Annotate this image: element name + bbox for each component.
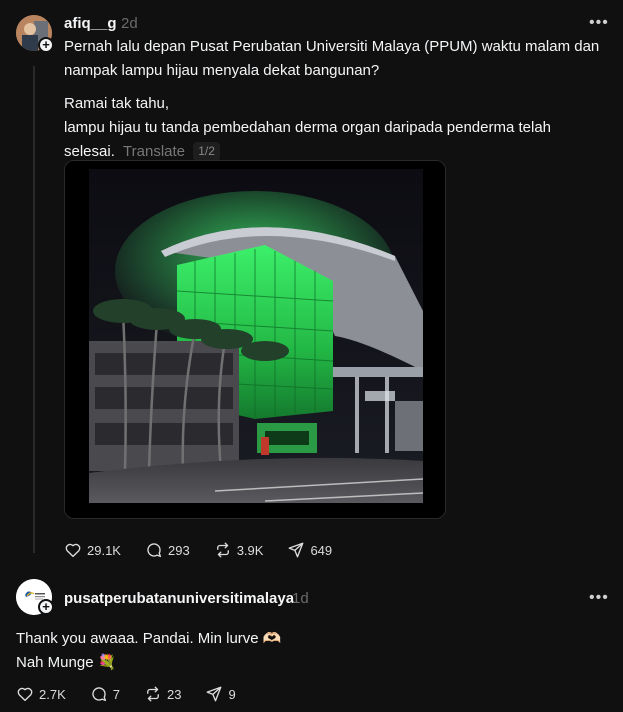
- thread-line: [33, 66, 35, 553]
- post-text-line: nampak lampu hijau menyala dekat banguna…: [64, 62, 380, 79]
- repost-icon: [147, 686, 159, 702]
- post-text-line: Pernah lalu depan Pusat Perubatan Univer…: [64, 38, 600, 55]
- share-icon: [207, 686, 222, 702]
- more-icon[interactable]: •••: [589, 590, 609, 606]
- comment-button[interactable]: 293: [145, 541, 190, 559]
- post-text-line: Ramai tak tahu,: [64, 95, 170, 112]
- reply-text-line: Nah Munge 💐: [16, 654, 117, 671]
- hospital-night-photo: [65, 161, 445, 518]
- reply-username[interactable]: pusatperubatanuniversitimalaya: [64, 590, 294, 607]
- reply-text: Thank you awaaa. Pandai. Min lurve 🫶🏻 Na…: [16, 627, 596, 675]
- repost-button[interactable]: 3.9K: [214, 541, 264, 559]
- share-count: 649: [310, 542, 333, 558]
- post-text-line: lampu hijau tu tanda pembedahan derma or…: [64, 119, 552, 136]
- like-count: 2.7K: [39, 686, 66, 702]
- translate-link[interactable]: Translate: [123, 143, 185, 160]
- page-indicator: 1/2: [193, 142, 220, 161]
- comment-button[interactable]: 7: [90, 685, 120, 703]
- like-button[interactable]: 2.7K: [16, 685, 66, 703]
- follow-plus-icon[interactable]: +: [38, 37, 54, 53]
- share-count: 9: [228, 686, 236, 702]
- post-text-line: selesai.: [64, 143, 115, 160]
- comment-count: 293: [167, 542, 190, 558]
- comment-icon: [92, 687, 106, 702]
- more-icon[interactable]: •••: [589, 15, 609, 31]
- heart-icon: [17, 687, 33, 702]
- comment-count: 7: [112, 686, 120, 702]
- repost-icon: [216, 542, 229, 558]
- reply-text-line: Thank you awaaa. Pandai. Min lurve 🫶🏻: [16, 630, 282, 647]
- reply-actions: 2.7K 7 23 9: [16, 685, 260, 703]
- repost-count: 3.9K: [236, 542, 264, 558]
- share-button[interactable]: 649: [287, 541, 332, 559]
- follow-plus-icon[interactable]: +: [38, 599, 54, 615]
- post-text: Pernah lalu depan Pusat Perubatan Univer…: [64, 35, 604, 164]
- heart-icon: [65, 543, 81, 558]
- post-username[interactable]: afiq__g: [64, 15, 117, 32]
- share-icon: [289, 542, 304, 558]
- comment-icon: [147, 543, 162, 558]
- repost-count: 23: [166, 686, 182, 702]
- like-button[interactable]: 29.1K: [64, 541, 121, 559]
- post-image[interactable]: [64, 160, 446, 519]
- repost-button[interactable]: 23: [144, 685, 181, 703]
- reply-time[interactable]: 1d: [292, 590, 309, 607]
- share-button[interactable]: 9: [205, 685, 236, 703]
- post-time[interactable]: 2d: [121, 15, 138, 32]
- like-count: 29.1K: [87, 542, 121, 558]
- post-actions: 29.1K 293 3.9K 649: [64, 541, 356, 559]
